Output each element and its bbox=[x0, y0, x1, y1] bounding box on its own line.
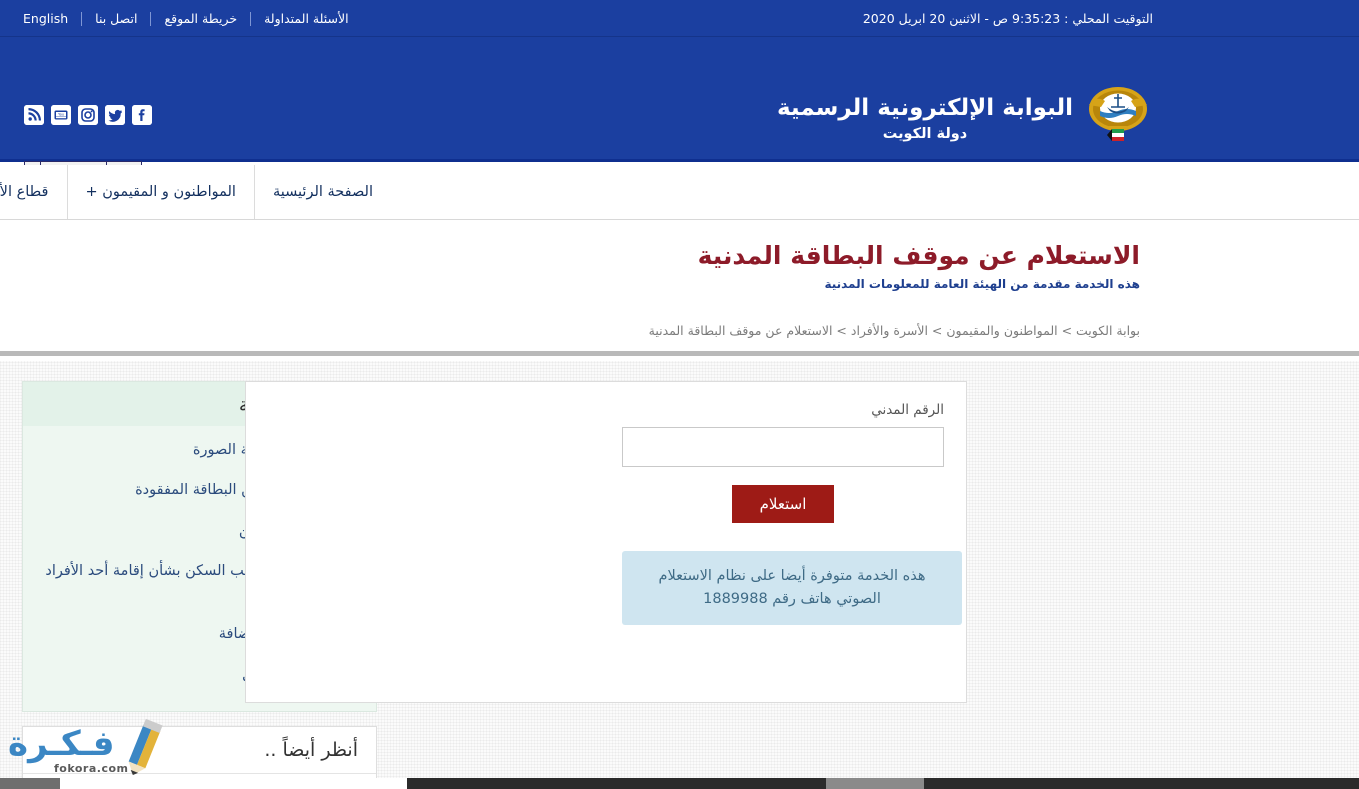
rss-icon[interactable] bbox=[24, 105, 44, 125]
social-links: You bbox=[24, 105, 152, 125]
page-root: التوقيت المحلي : 9:35:23 ص - الاثنين 20 … bbox=[0, 0, 1359, 789]
nav-item-citizens-residents[interactable]: المواطنون و المقيمون + bbox=[67, 165, 254, 219]
page-title: الاستعلام عن موقف البطاقة المدنية bbox=[698, 241, 1140, 270]
top-link-faq[interactable]: الأسئلة المتداولة bbox=[251, 11, 362, 26]
bottom-os-bar bbox=[0, 778, 1359, 789]
local-time-text: التوقيت المحلي : 9:35:23 ص - الاثنين 20 … bbox=[863, 11, 1359, 26]
nav-item-home[interactable]: الصفحة الرئيسية bbox=[254, 165, 391, 219]
svg-text:You: You bbox=[58, 113, 64, 117]
civil-id-label: الرقم المدني bbox=[599, 402, 944, 418]
inquiry-submit-button[interactable]: استعلام bbox=[732, 485, 835, 523]
top-link-divider bbox=[150, 12, 151, 26]
brand-text: البوابة الإلكترونية الرسمية دولة الكويت bbox=[777, 94, 1073, 143]
top-link-contact-us[interactable]: اتصل بنا bbox=[82, 11, 150, 26]
os-bar-middle-segment bbox=[826, 778, 924, 789]
top-link-english[interactable]: English bbox=[10, 11, 81, 26]
twitter-icon[interactable] bbox=[105, 105, 125, 125]
content-area: نماذج ذات صلة نموذج إقرار صحة الصورة محض… bbox=[0, 361, 1359, 789]
nav-item-business-sector[interactable]: قطاع الأعمال + bbox=[0, 165, 67, 219]
voice-inquiry-info-box: هذه الخدمة متوفرة أيضا على نظام الاستعلا… bbox=[622, 551, 962, 625]
service-card: الرقم المدني استعلام هذه الخدمة متوفرة أ… bbox=[245, 381, 967, 703]
facebook-icon[interactable] bbox=[132, 105, 152, 125]
top-link-divider bbox=[250, 12, 251, 26]
civil-id-input[interactable] bbox=[622, 427, 944, 467]
top-link-divider bbox=[81, 12, 82, 26]
os-bar-left-segment bbox=[0, 778, 60, 789]
main-navigation: الصفحة الرئيسية المواطنون و المقيمون + ق… bbox=[0, 165, 1359, 220]
os-bar-white-segment bbox=[60, 778, 407, 789]
submit-row: استعلام bbox=[622, 485, 944, 523]
page-subtitle: هذه الخدمة مقدمة من الهيئة العامة للمعلو… bbox=[824, 277, 1140, 291]
instagram-icon[interactable] bbox=[78, 105, 98, 125]
top-links: الأسئلة المتداولة خريطة الموقع اتصل بنا … bbox=[0, 0, 362, 37]
youtube-icon[interactable]: You bbox=[51, 105, 71, 125]
page-banner: الاستعلام عن موقف البطاقة المدنية هذه ال… bbox=[0, 221, 1359, 356]
civil-id-inquiry-form: الرقم المدني استعلام هذه الخدمة متوفرة أ… bbox=[599, 402, 944, 625]
brand-title: البوابة الإلكترونية الرسمية bbox=[777, 95, 1073, 121]
top-link-site-map[interactable]: خريطة الموقع bbox=[151, 11, 250, 26]
brand-subtitle: دولة الكويت bbox=[777, 126, 1073, 142]
site-header: البوابة الإلكترونية الرسمية دولة الكويت … bbox=[0, 37, 1359, 162]
top-utility-bar: التوقيت المحلي : 9:35:23 ص - الاثنين 20 … bbox=[0, 0, 1359, 37]
site-brand[interactable]: البوابة الإلكترونية الرسمية دولة الكويت bbox=[777, 85, 1149, 151]
kuwait-state-emblem-icon bbox=[1087, 85, 1149, 151]
see-also-heading: أنظر أيضاً .. bbox=[23, 727, 376, 774]
breadcrumb[interactable]: بوابة الكويت > المواطنون والمقيمون > الأ… bbox=[649, 323, 1140, 338]
